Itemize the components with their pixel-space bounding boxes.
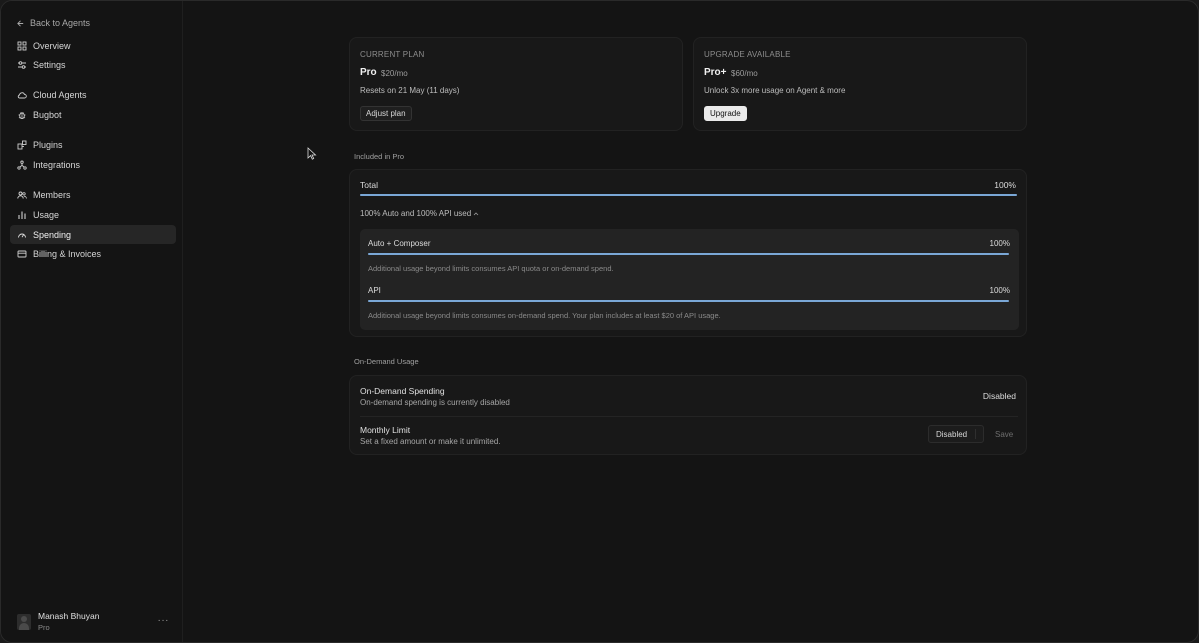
monthly-limit-select[interactable]: Disabled <box>928 425 985 443</box>
on-demand-spending-subtitle: On-demand spending is currently disabled <box>360 398 510 407</box>
sidebar-item-label: Plugins <box>33 139 63 150</box>
more-options-icon[interactable]: ··· <box>158 615 170 626</box>
auto-composer-note: Additional usage beyond limits consumes … <box>368 264 614 273</box>
user-plan: Pro <box>38 623 50 632</box>
usage-breakdown-toggle[interactable]: 100% Auto and 100% API used <box>360 209 479 218</box>
save-button[interactable]: Save <box>987 425 1021 443</box>
avatar <box>17 614 31 630</box>
card-icon <box>17 250 27 257</box>
user-name: Manash Bhuyan <box>38 611 100 621</box>
app-window: Back to Agents Overview Settings Cloud A… <box>0 0 1199 643</box>
chevron-up-icon <box>473 211 479 215</box>
sidebar-item-label: Integrations <box>33 159 81 170</box>
upgrade-plan-price: $60/mo <box>731 69 758 78</box>
upgrade-label: UPGRADE AVAILABLE <box>704 50 791 59</box>
bug-icon <box>18 111 26 119</box>
sidebar-item-label: Bugbot <box>33 109 62 120</box>
arrow-left-icon <box>17 19 24 27</box>
included-usage-card: Total 100% 100% Auto and 100% API used A… <box>349 169 1027 337</box>
plugin-icon <box>17 140 27 149</box>
sidebar-item-settings[interactable]: Settings <box>10 55 176 74</box>
on-demand-status: Disabled <box>982 391 1016 401</box>
sidebar-item-cloud-agents[interactable]: Cloud Agents <box>10 85 176 104</box>
sidebar-item-usage[interactable]: Usage <box>10 205 176 224</box>
sidebar-item-overview[interactable]: Overview <box>10 36 176 55</box>
cloud-icon <box>17 91 27 98</box>
sidebar-item-billing[interactable]: Billing & Invoices <box>10 244 176 263</box>
api-value: 100% <box>989 286 1010 295</box>
included-section-title: Included in Pro <box>354 152 405 161</box>
upgrade-description: Unlock 3x more usage on Agent & more <box>704 86 846 95</box>
upgrade-card: UPGRADE AVAILABLE Pro+ $60/mo Unlock 3x … <box>693 37 1027 131</box>
total-progress-bar <box>360 194 1017 196</box>
bar-chart-icon <box>18 211 26 219</box>
sidebar-item-label: Members <box>33 189 71 200</box>
auto-composer-value: 100% <box>989 239 1010 248</box>
current-plan-card: CURRENT PLAN Pro $20/mo Resets on 21 May… <box>349 37 683 131</box>
usage-breakdown-label: 100% Auto and 100% API used <box>360 209 472 218</box>
integrations-icon <box>17 160 27 170</box>
total-label: Total <box>360 180 378 190</box>
on-demand-spending-title: On-Demand Spending <box>360 386 445 396</box>
members-icon <box>17 191 27 199</box>
sidebar-item-spending[interactable]: Spending <box>10 225 176 244</box>
divider <box>360 416 1018 417</box>
sidebar-item-members[interactable]: Members <box>10 185 176 204</box>
plan-reset-date: Resets on 21 May (11 days) <box>360 86 460 95</box>
current-plan-name: Pro <box>360 67 377 78</box>
sidebar-item-label: Spending <box>33 229 72 240</box>
auto-composer-progress-fill <box>368 253 1009 255</box>
sidebar-item-label: Overview <box>33 40 71 51</box>
sidebar-item-label: Usage <box>33 209 60 220</box>
back-to-agents-link[interactable]: Back to Agents <box>16 16 90 30</box>
mouse-cursor-icon <box>307 147 317 160</box>
upgrade-plan-name: Pro+ <box>704 67 727 78</box>
sidebar-item-label: Settings <box>33 59 66 70</box>
sidebar-item-label: Cloud Agents <box>33 89 87 100</box>
sidebar-item-integrations[interactable]: Integrations <box>10 155 176 174</box>
grid-icon <box>17 41 27 50</box>
sidebar-item-label: Billing & Invoices <box>33 248 102 259</box>
gauge-icon <box>18 233 26 238</box>
current-plan-label: CURRENT PLAN <box>360 50 425 59</box>
sliders-icon <box>18 60 26 69</box>
on-demand-section-title: On-Demand Usage <box>354 357 419 366</box>
total-progress-fill <box>360 194 1017 196</box>
sidebar-item-plugins[interactable]: Plugins <box>10 135 176 154</box>
auto-composer-label: Auto + Composer <box>368 239 431 248</box>
sidebar-item-bugbot[interactable]: Bugbot <box>10 105 176 124</box>
usage-breakdown-panel: Auto + Composer 100% Additional usage be… <box>360 229 1019 330</box>
on-demand-card: On-Demand Spending On-demand spending is… <box>349 375 1027 455</box>
adjust-plan-button[interactable]: Adjust plan <box>360 106 412 121</box>
monthly-limit-subtitle: Set a fixed amount or make it unlimited. <box>360 437 501 446</box>
user-profile[interactable]: Manash Bhuyan Pro ··· <box>17 610 169 634</box>
upgrade-button[interactable]: Upgrade <box>704 106 747 121</box>
current-plan-price: $20/mo <box>381 69 408 78</box>
total-value: 100% <box>994 180 1016 190</box>
select-separator <box>975 429 977 439</box>
monthly-limit-selected-value: Disabled <box>936 429 968 439</box>
auto-composer-progress-bar <box>368 253 1009 255</box>
api-label: API <box>368 286 381 295</box>
monthly-limit-title: Monthly Limit <box>360 425 411 435</box>
api-progress-fill <box>368 300 1009 302</box>
sidebar: Back to Agents Overview Settings Cloud A… <box>1 1 183 642</box>
api-note: Additional usage beyond limits consumes … <box>368 311 721 320</box>
api-progress-bar <box>368 300 1009 302</box>
back-label: Back to Agents <box>30 18 91 28</box>
